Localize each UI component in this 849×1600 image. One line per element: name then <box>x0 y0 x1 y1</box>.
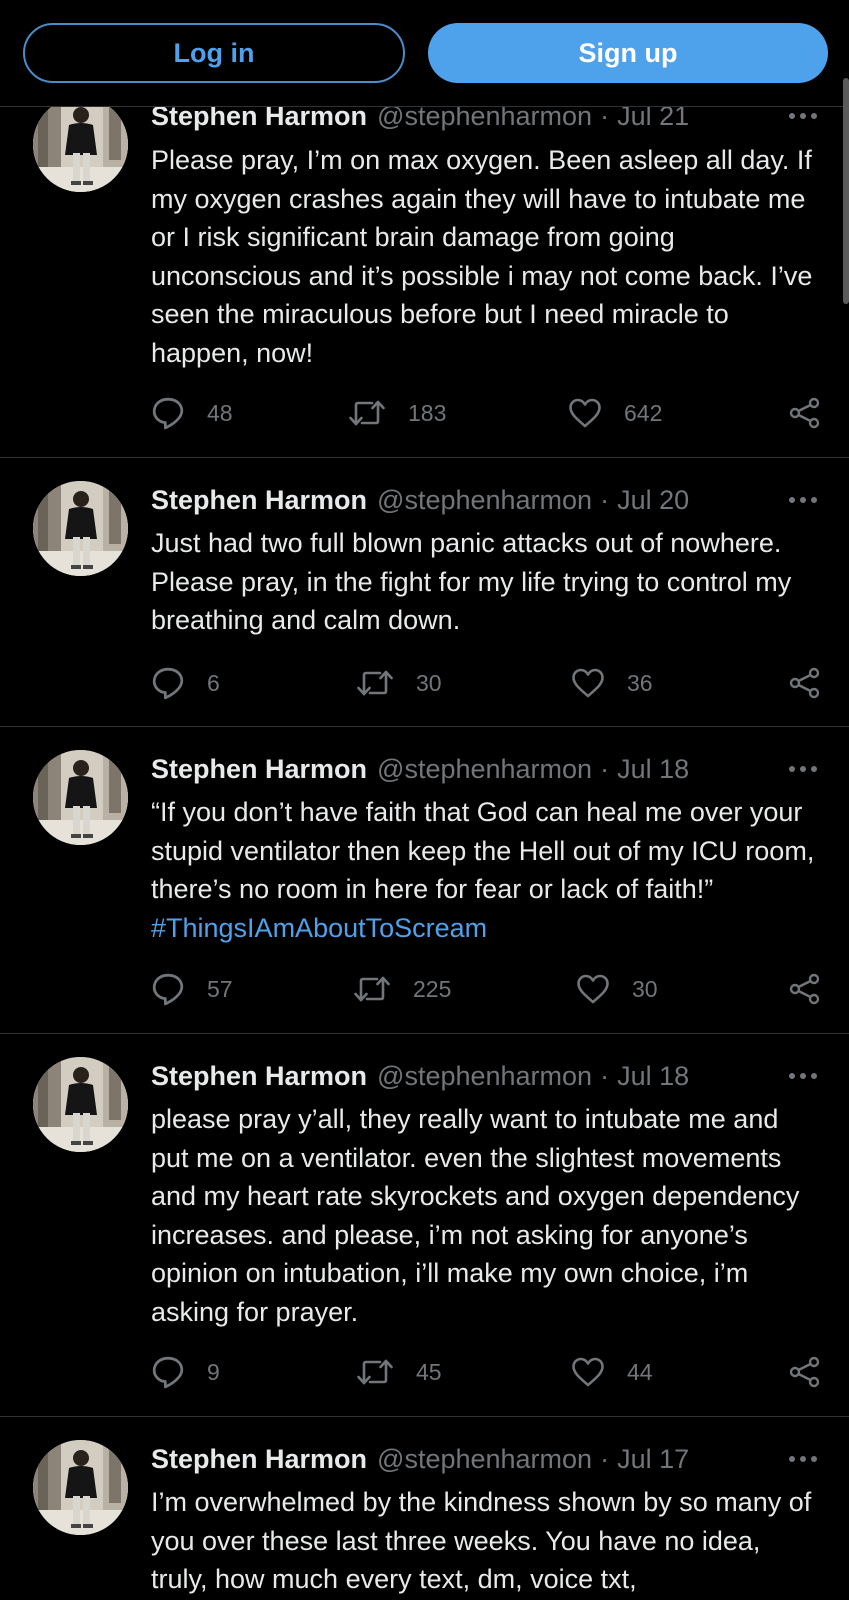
share-icon[interactable] <box>789 1356 821 1388</box>
reply-count: 6 <box>207 669 220 696</box>
share-icon[interactable] <box>789 397 821 429</box>
reply-button[interactable]: 48 <box>151 393 233 433</box>
tweet-header: Stephen Harmon @stephenharmon · Jul 18 <box>151 751 819 787</box>
author-handle[interactable]: @stephenharmon <box>377 754 592 785</box>
tweet[interactable]: Stephen Harmon @stephenharmon · Jul 20 J… <box>0 458 849 727</box>
tweet-actions: 9 45 44 <box>151 1352 821 1392</box>
reply-bubble-icon <box>151 972 185 1006</box>
like-count: 36 <box>627 669 653 696</box>
avatar[interactable] <box>33 750 128 845</box>
like-button[interactable]: 36 <box>571 663 653 703</box>
signup-button[interactable]: Sign up <box>428 23 828 83</box>
retweet-button[interactable]: 183 <box>348 393 446 433</box>
retweet-count: 30 <box>416 669 442 696</box>
reply-count: 57 <box>207 975 233 1002</box>
retweet-count: 45 <box>416 1358 442 1385</box>
auth-bar: Log in Sign up <box>0 0 849 107</box>
tweet-header: Stephen Harmon @stephenharmon · Jul 20 <box>151 482 819 518</box>
heart-icon <box>576 972 610 1006</box>
tweet-actions: 6 30 36 <box>151 663 821 703</box>
author-handle[interactable]: @stephenharmon <box>377 485 592 516</box>
author-handle[interactable]: @stephenharmon <box>377 1061 592 1092</box>
retweet-button[interactable]: 225 <box>353 969 451 1009</box>
retweet-icon <box>353 972 391 1006</box>
tweet-text: “If you don’t have faith that God can he… <box>151 793 821 947</box>
reply-bubble-icon <box>151 1355 185 1389</box>
tweet-text: please pray y’all, they really want to i… <box>151 1104 800 1327</box>
like-count: 30 <box>632 975 658 1002</box>
avatar[interactable] <box>33 97 128 192</box>
more-horizontal-icon[interactable] <box>787 111 819 121</box>
reply-bubble-icon <box>151 396 185 430</box>
like-button[interactable]: 30 <box>576 969 658 1009</box>
tweet-header: Stephen Harmon @stephenharmon · Jul 18 <box>151 1058 819 1094</box>
author-name[interactable]: Stephen Harmon <box>151 485 367 516</box>
reply-bubble-icon <box>151 666 185 700</box>
author-name[interactable]: Stephen Harmon <box>151 1061 367 1092</box>
tweet[interactable]: Stephen Harmon @stephenharmon · Jul 17 I… <box>0 1417 849 1600</box>
avatar[interactable] <box>33 481 128 576</box>
retweet-icon <box>356 1355 394 1389</box>
tweet-header: Stephen Harmon @stephenharmon · Jul 17 <box>151 1441 819 1477</box>
tweet-actions: 57 225 30 <box>151 969 821 1009</box>
heart-icon <box>571 666 605 700</box>
scrollbar-thumb[interactable] <box>843 78 849 304</box>
share-icon[interactable] <box>789 973 821 1005</box>
tweet[interactable]: Stephen Harmon @stephenharmon · Jul 18 p… <box>0 1034 849 1417</box>
retweet-icon <box>356 666 394 700</box>
more-horizontal-icon[interactable] <box>787 495 819 505</box>
tweet-text: Please pray, I’m on max oxygen. Been asl… <box>151 145 813 368</box>
more-horizontal-icon[interactable] <box>787 764 819 774</box>
tweet-actions: 48 183 642 <box>151 393 821 433</box>
retweet-button[interactable]: 30 <box>356 663 442 703</box>
tweet-date[interactable]: Jul 18 <box>617 1061 689 1092</box>
reply-button[interactable]: 6 <box>151 663 220 703</box>
tweet[interactable]: Stephen Harmon @stephenharmon · Jul 18 “… <box>0 727 849 1034</box>
tweet-text: I’m overwhelmed by the kindness shown by… <box>151 1487 812 1594</box>
separator-dot: · <box>600 484 610 515</box>
heart-icon <box>568 396 602 430</box>
share-icon[interactable] <box>789 667 821 699</box>
twitter-profile-page: Log in Sign up Stephen Harmon @stephenha… <box>0 0 849 1600</box>
tweet-text-body: “If you don’t have faith that God can he… <box>151 797 815 904</box>
like-button[interactable]: 44 <box>571 1352 653 1392</box>
like-button[interactable]: 642 <box>568 393 662 433</box>
author-name[interactable]: Stephen Harmon <box>151 754 367 785</box>
reply-button[interactable]: 57 <box>151 969 233 1009</box>
reply-count: 48 <box>207 399 233 426</box>
retweet-count: 225 <box>413 975 452 1002</box>
like-count: 44 <box>627 1358 653 1385</box>
tweet-text: Just had two full blown panic attacks ou… <box>151 528 792 635</box>
more-horizontal-icon[interactable] <box>787 1071 819 1081</box>
more-horizontal-icon[interactable] <box>787 1454 819 1464</box>
reply-count: 9 <box>207 1358 220 1385</box>
separator-dot: · <box>600 1060 610 1091</box>
retweet-button[interactable]: 45 <box>356 1352 442 1392</box>
reply-button[interactable]: 9 <box>151 1352 220 1392</box>
avatar[interactable] <box>33 1057 128 1152</box>
separator-dot: · <box>600 1443 610 1474</box>
avatar[interactable] <box>33 1440 128 1535</box>
tweet-date[interactable]: Jul 20 <box>617 485 689 516</box>
login-button[interactable]: Log in <box>23 23 405 83</box>
heart-icon <box>571 1355 605 1389</box>
hashtag-link[interactable]: #ThingsIAmAboutToScream <box>151 913 487 943</box>
author-handle[interactable]: @stephenharmon <box>377 1444 592 1475</box>
like-count: 642 <box>624 399 663 426</box>
tweet-date[interactable]: Jul 18 <box>617 754 689 785</box>
retweet-count: 183 <box>408 399 447 426</box>
tweet-date[interactable]: Jul 17 <box>617 1444 689 1475</box>
author-name[interactable]: Stephen Harmon <box>151 1444 367 1475</box>
retweet-icon <box>348 396 386 430</box>
separator-dot: · <box>600 753 610 784</box>
